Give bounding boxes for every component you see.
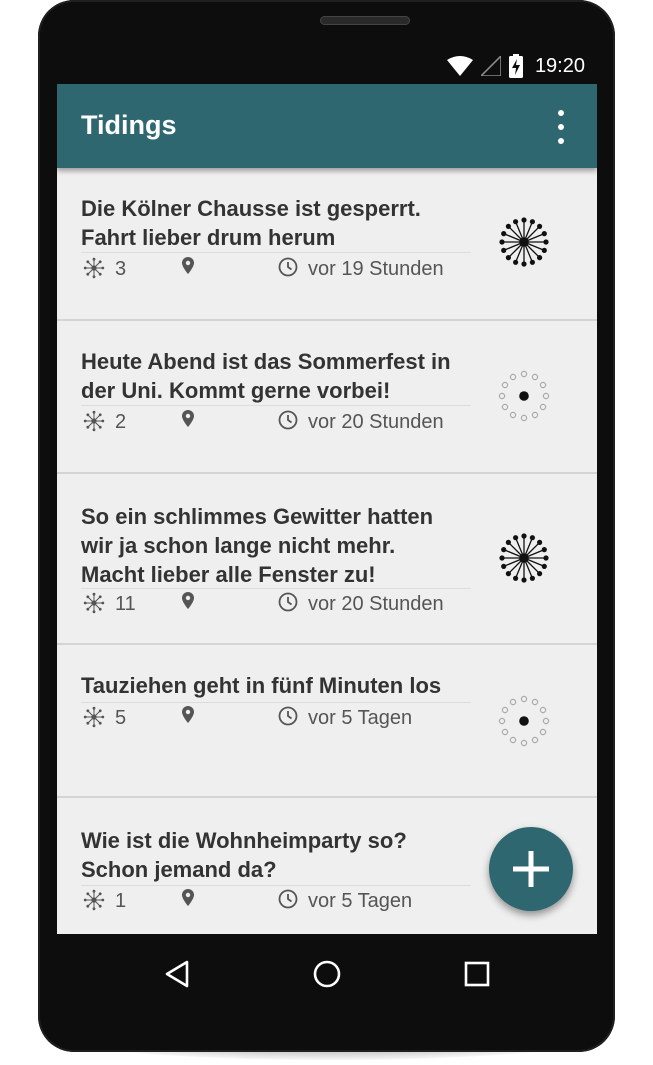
reach-icon xyxy=(83,706,105,728)
clock-icon xyxy=(278,706,298,726)
reach-count: 2 xyxy=(115,411,127,433)
post-time-group: vor 19 Stunden xyxy=(278,257,444,280)
post-text: So ein schlimmes Gewitter hatten wir ja … xyxy=(81,502,471,589)
post-card[interactable]: Tauziehen geht in fünf Minuten los 5 vor… xyxy=(57,645,597,799)
back-button[interactable] xyxy=(155,952,199,996)
post-time: vor 20 Stunden xyxy=(308,411,444,433)
post-time-group: vor 20 Stunden xyxy=(278,410,444,433)
reach-count: 1 xyxy=(115,890,127,912)
post-time-group: vor 5 Tagen xyxy=(278,889,412,912)
inactive-tiding-icon[interactable] xyxy=(497,369,551,423)
active-tiding-icon[interactable] xyxy=(497,531,551,585)
battery-charging-icon xyxy=(508,54,523,78)
post-text-line: Schon jemand da? xyxy=(81,857,277,882)
clock-icon xyxy=(278,410,298,430)
recents-button[interactable] xyxy=(455,952,499,996)
app-title: Tidings xyxy=(81,110,177,140)
app-screen: Tidings Die Kölner Chausse ist gesperrt.… xyxy=(57,84,597,934)
more-vert-icon[interactable] xyxy=(551,110,571,144)
post-time: vor 19 Stunden xyxy=(308,258,444,280)
reach-count: 5 xyxy=(115,707,127,729)
clock-icon xyxy=(278,889,298,909)
location-icon-wrap[interactable] xyxy=(181,706,195,726)
post-text-line: Tauziehen geht in fünf Minuten los xyxy=(81,673,442,698)
post-time-group: vor 5 Tagen xyxy=(278,706,412,729)
post-card[interactable]: Die Kölner Chausse ist gesperrt. Fahrt l… xyxy=(57,168,597,322)
post-text: Heute Abend ist das Sommerfest in der Un… xyxy=(81,347,471,405)
location-pin-icon xyxy=(182,889,194,906)
earpiece-speaker xyxy=(320,16,410,25)
post-text: Die Kölner Chausse ist gesperrt. Fahrt l… xyxy=(81,194,471,252)
cellular-signal-icon xyxy=(480,56,501,76)
post-divider xyxy=(81,885,471,886)
location-pin-icon xyxy=(182,706,194,723)
active-tiding-icon[interactable] xyxy=(497,215,551,269)
status-time: 19:20 xyxy=(534,54,585,77)
reach-icon xyxy=(83,592,105,614)
inactive-tiding-icon[interactable] xyxy=(497,694,551,748)
back-triangle-icon xyxy=(165,960,189,988)
post-text-line: wir ja schon lange nicht mehr. xyxy=(81,533,396,558)
home-circle-icon xyxy=(313,960,341,988)
post-text-line: So ein schlimmes Gewitter hatten xyxy=(81,504,434,529)
post-text-line: Die Kölner Chausse ist gesperrt. xyxy=(81,196,421,221)
post-card[interactable]: Heute Abend ist das Sommerfest in der Un… xyxy=(57,321,597,475)
post-text-line: Wie ist die Wohnheimparty so? xyxy=(81,828,407,853)
location-icon-wrap[interactable] xyxy=(181,592,195,612)
clock-icon xyxy=(278,592,298,612)
post-card[interactable]: So ein schlimmes Gewitter hatten wir ja … xyxy=(57,474,597,646)
post-divider xyxy=(81,588,471,589)
post-time: vor 20 Stunden xyxy=(308,593,444,615)
plus-icon xyxy=(513,851,549,887)
reach-count-group: 2 xyxy=(83,410,126,433)
post-divider xyxy=(81,702,471,703)
reach-count: 3 xyxy=(115,258,127,280)
post-text-line: Heute Abend ist das Sommerfest in xyxy=(81,349,451,374)
wifi-icon xyxy=(446,56,473,76)
reach-icon xyxy=(83,410,105,432)
post-text-line: Macht lieber alle Fenster zu! xyxy=(81,562,376,587)
location-pin-icon xyxy=(182,592,194,609)
post-time: vor 5 Tagen xyxy=(308,707,413,729)
reach-count-group: 5 xyxy=(83,706,126,729)
post-text: Tauziehen geht in fünf Minuten los xyxy=(81,671,471,700)
reach-icon xyxy=(83,889,105,911)
recents-square-icon xyxy=(464,961,490,987)
system-nav-bar xyxy=(57,934,597,1014)
post-text: Wie ist die Wohnheimparty so? Schon jema… xyxy=(81,826,471,884)
location-pin-icon xyxy=(182,410,194,427)
post-text-line: Fahrt lieber drum herum xyxy=(81,225,336,250)
home-button[interactable] xyxy=(305,952,349,996)
post-time: vor 5 Tagen xyxy=(308,890,413,912)
status-bar: 19:20 xyxy=(57,46,597,84)
location-pin-icon xyxy=(182,257,194,274)
location-icon-wrap[interactable] xyxy=(181,410,195,430)
post-divider xyxy=(81,252,471,253)
post-text-line: der Uni. Kommt gerne vorbei! xyxy=(81,378,391,403)
app-bar: Tidings xyxy=(57,84,597,168)
location-icon-wrap[interactable] xyxy=(181,257,195,277)
reach-count-group: 11 xyxy=(83,592,136,615)
clock-icon xyxy=(278,257,298,277)
reach-icon xyxy=(83,257,105,279)
add-post-button[interactable] xyxy=(489,827,573,911)
reach-count: 11 xyxy=(115,593,136,615)
location-icon-wrap[interactable] xyxy=(181,889,195,909)
post-time-group: vor 20 Stunden xyxy=(278,592,444,615)
post-divider xyxy=(81,405,471,406)
reach-count-group: 1 xyxy=(83,889,126,912)
reach-count-group: 3 xyxy=(83,257,126,280)
